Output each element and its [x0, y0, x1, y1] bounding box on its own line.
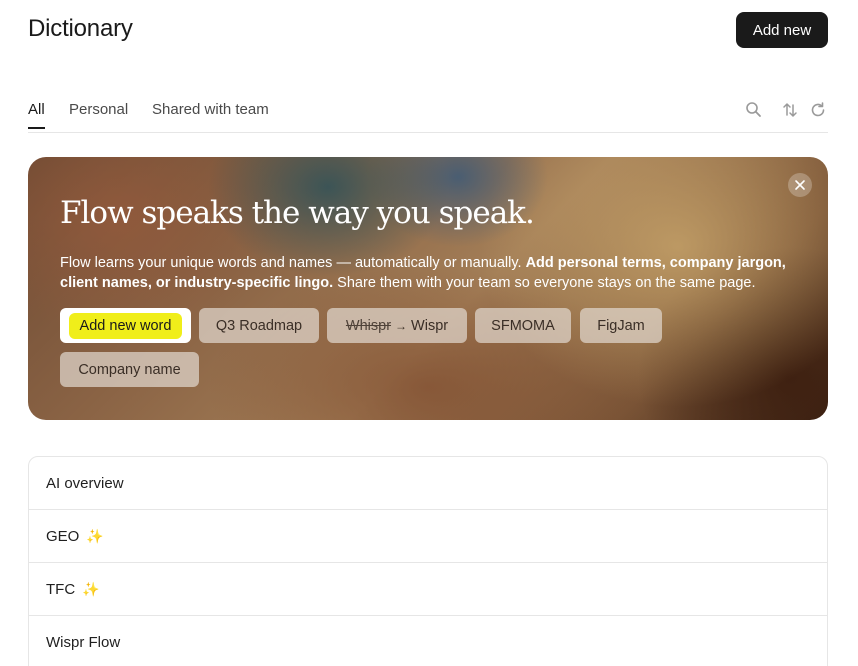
chip-correction: Wispr — [411, 317, 449, 334]
chip-q3-roadmap[interactable]: Q3 Roadmap — [199, 308, 319, 343]
list-item[interactable]: TFC ✨ — [29, 563, 827, 616]
list-item-label: GEO — [46, 527, 80, 545]
list-item[interactable]: GEO ✨ — [29, 510, 827, 563]
tab-bar: All Personal Shared with team — [28, 96, 828, 133]
list-item-label: Wispr Flow — [46, 633, 121, 651]
dictionary-list: AI overview GEO ✨ TFC ✨ Wispr Flow — [28, 456, 828, 666]
chip-misspelling: Whispr — [345, 317, 392, 334]
chip-whispr-to-wispr[interactable]: Whispr → Wispr — [327, 308, 467, 343]
chip-figjam[interactable]: FigJam — [580, 308, 662, 343]
chip-company-name[interactable]: Company name — [60, 352, 199, 387]
chip-sfmoma[interactable]: SFMOMA — [475, 308, 571, 343]
tab-personal[interactable]: Personal — [69, 101, 128, 129]
arrow-right-icon: → — [395, 318, 408, 333]
search-icon[interactable] — [744, 100, 764, 120]
dictionary-page: Dictionary Add new All Personal Shared w… — [0, 0, 858, 666]
page-title: Dictionary — [28, 15, 133, 42]
list-item-label: TFC — [46, 580, 76, 598]
close-banner-button[interactable] — [788, 173, 812, 197]
banner-description: Flow learns your unique words and names … — [60, 255, 786, 291]
tab-shared-with-team[interactable]: Shared with team — [152, 101, 269, 129]
sparkle-icon: ✨ — [82, 580, 100, 597]
tab-all[interactable]: All — [28, 101, 45, 129]
add-new-word-chip[interactable]: Add new word — [60, 308, 191, 343]
banner-heading: Flow speaks the way you speak. — [60, 195, 535, 231]
refresh-icon[interactable] — [808, 100, 828, 120]
list-item[interactable]: Wispr Flow — [29, 616, 827, 666]
list-item[interactable]: AI overview — [29, 457, 827, 510]
sparkle-icon: ✨ — [86, 527, 104, 544]
sort-icon[interactable] — [780, 100, 800, 120]
intro-banner: Flow speaks the way you speak. Flow lear… — [28, 157, 828, 420]
list-item-label: AI overview — [46, 474, 124, 492]
close-icon — [795, 180, 805, 190]
add-new-button[interactable]: Add new — [736, 12, 828, 48]
add-new-word-label: Add new word — [71, 315, 180, 336]
